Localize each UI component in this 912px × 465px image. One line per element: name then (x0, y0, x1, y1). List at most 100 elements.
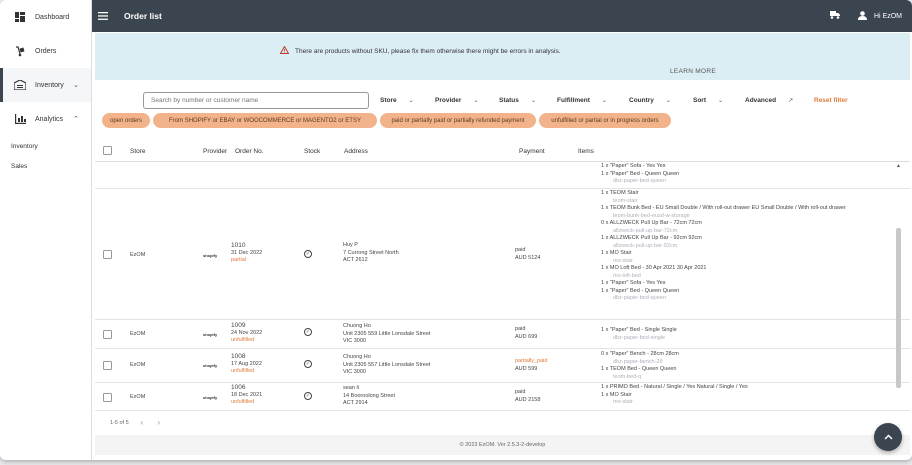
filter-chip[interactable]: unfulfilled or partial or in progress or… (539, 113, 671, 128)
item-title: PRIMO Bed - Natural / Single / Yes Natur… (609, 384, 748, 390)
shopify-logo: shopify (203, 395, 218, 400)
order-number[interactable]: 1009 (231, 322, 262, 330)
items-list: 0 x "Paper" Bench - 28cm 28cm dbz-paper-… (601, 351, 679, 381)
order-date: 24 Nov 2022 (231, 329, 263, 336)
fulfillment-filter[interactable]: Fulfillment ⌄ (557, 97, 607, 104)
filter-bar: Store ⌄ Provider ⌄ Status ⌄ Fulfillment ⌄ Co… (95, 82, 910, 132)
item-sku: mo-stair (613, 399, 633, 405)
sidebar-subitem-sales[interactable]: Sales (0, 156, 91, 176)
table-row[interactable]: 1 x "Paper" Sofa - Yes Yes 1 x "Paper" B… (95, 162, 910, 189)
truck-icon[interactable] (830, 11, 840, 21)
order-number[interactable]: 1010 (231, 242, 262, 250)
address: Chuong Ho Unit 2305 559 Little Lonsdale … (343, 323, 430, 346)
item-line: 1 x ALLZWECK Pull Up Bar - 92cm 92cm (601, 235, 846, 243)
column-address[interactable]: Address (344, 148, 368, 155)
item-qty: 1 x (601, 391, 609, 398)
table-row[interactable]: EzOM shopify 1010 31 Dec 2022 partial ✓ … (95, 189, 910, 320)
address-street: 7 Currong Street North (343, 249, 399, 256)
country-filter-label: Country (629, 97, 654, 104)
store-name: EzOM (130, 362, 146, 368)
chevron-down-icon: ⌄ (601, 98, 607, 104)
item-sku: teom-bunk-bed-eusd-w-storage (613, 212, 690, 219)
payment-status: partially_paid (515, 358, 548, 364)
item-line: 1 x TEOM Bed - Queen Queen (601, 366, 679, 374)
sidebar: Dashboard Orders Inventory ⌄ Analytics ⌃… (0, 0, 92, 460)
scroll-up-arrow[interactable]: ▲ (896, 163, 901, 169)
column-order-no[interactable]: Order No. (235, 148, 264, 155)
filter-chip[interactable]: From SHOPIFY or EBAY or WOOCOMMERCE or M… (153, 113, 377, 128)
footer: © 2023 EzOM. Ver 2.5.3-2-develop (95, 435, 910, 455)
advanced-filter[interactable]: Advanced ↗ (745, 97, 793, 104)
column-items[interactable]: Items (578, 148, 594, 155)
item-title: MO Stair (609, 391, 632, 398)
payment: partially_paid AUD 599 (515, 358, 547, 373)
item-qty: 1 x (601, 170, 609, 177)
column-provider[interactable]: Provider (203, 148, 227, 155)
reset-filter-button[interactable]: Reset filter (814, 97, 848, 104)
column-stock[interactable]: Stock (304, 148, 320, 155)
sidebar-item-analytics[interactable]: Analytics ⌃ (0, 102, 91, 136)
filter-chip[interactable]: open orders (102, 113, 150, 128)
item-sku: mo-stair (613, 257, 633, 264)
top-bar: Order list Hi EzOM (92, 0, 912, 32)
item-line: 1 x "Paper" Sofa - Yes Yes (601, 163, 679, 171)
item-line: 1 x MO Loft Bed - 30 Apr 2021 30 Apr 202… (601, 265, 846, 273)
payment-amount: AUD 2158 (515, 396, 541, 403)
table-row[interactable]: EzOM shopify 1006 18 Dec 2021 unfulfille… (95, 383, 910, 411)
fulfillment-status: unfulfilled (231, 337, 255, 343)
column-store[interactable]: Store (130, 148, 146, 155)
prev-page-button[interactable]: ‹ (141, 418, 144, 427)
item-line: 1 x MO Stair (601, 392, 748, 400)
scroll-to-top-button[interactable] (874, 423, 902, 451)
learn-more-button[interactable]: LEARN MORE (670, 68, 716, 75)
order-number[interactable]: 1008 (231, 353, 262, 361)
item-line: 0 x ALLZWECK Pull Up Bar - 72cm 72cm (601, 220, 846, 228)
shopify-logo: shopify (203, 332, 218, 337)
store-filter[interactable]: Store ⌄ (380, 97, 414, 104)
country-filter[interactable]: Country ⌄ (629, 97, 671, 104)
sidebar-item-dashboard[interactable]: Dashboard (0, 0, 91, 34)
sort-filter[interactable]: Sort ⌄ (693, 97, 723, 104)
payment-status: paid (515, 326, 526, 332)
item-line: 1 x "Paper" Sofa - Yes Yes (601, 280, 846, 288)
row-checkbox[interactable] (103, 361, 112, 370)
app-window: Dashboard Orders Inventory ⌄ Analytics ⌃… (0, 0, 912, 460)
next-page-button[interactable]: › (157, 418, 160, 427)
menu-icon[interactable] (98, 7, 110, 25)
address-street: 14 Booroolong Street (343, 392, 395, 399)
sidebar-item-label: Orders (35, 47, 57, 55)
table-row[interactable]: EzOM shopify 1008 17 Aug 2022 unfulfille… (95, 349, 910, 383)
provider-filter[interactable]: Provider ⌄ (435, 97, 478, 104)
vertical-scrollbar[interactable] (896, 228, 901, 388)
item-qty: 1 x (601, 250, 609, 256)
search-input[interactable] (143, 92, 369, 109)
order-number[interactable]: 1006 (231, 384, 262, 392)
row-checkbox[interactable] (103, 393, 112, 402)
address-region: ACT 2612 (343, 257, 368, 263)
item-title: TEOM Bed - Queen Queen (609, 366, 677, 372)
sidebar-item-label: Dashboard (35, 13, 70, 21)
sku-warning-alert: There are products without SKU, please f… (95, 33, 910, 80)
warehouse-icon (14, 79, 26, 91)
payment-amount: AUD 5124 (515, 254, 541, 261)
order-info: 1006 18 Dec 2021 unfulfilled (231, 384, 262, 407)
chevron-down-icon: ⌄ (73, 82, 79, 89)
user-icon[interactable] (858, 10, 867, 22)
address-region: VIC 3000 (343, 369, 366, 375)
address-region: VIC 3000 (343, 338, 366, 344)
column-payment[interactable]: Payment (519, 148, 545, 155)
status-filter[interactable]: Status ⌄ (499, 97, 536, 104)
item-line: 1 x "Paper" Bed - Single Single (601, 327, 677, 335)
row-checkbox[interactable] (103, 330, 112, 339)
row-checkbox[interactable] (103, 250, 112, 259)
select-all-checkbox[interactable] (103, 146, 112, 155)
item-qty: 1 x (601, 205, 609, 211)
table-row[interactable]: EzOM shopify 1009 24 Nov 2022 unfulfille… (95, 320, 910, 349)
item-qty: 0 x (601, 220, 609, 226)
user-greeting[interactable]: Hi EzOM (874, 13, 902, 20)
filter-chip[interactable]: paid or partially paid or partially refu… (380, 113, 536, 128)
sidebar-item-orders[interactable]: Orders (0, 34, 91, 68)
item-qty: 1 x (601, 235, 609, 241)
sidebar-subitem-inventory[interactable]: Inventory (0, 136, 91, 156)
sidebar-item-inventory[interactable]: Inventory ⌄ (0, 68, 91, 102)
